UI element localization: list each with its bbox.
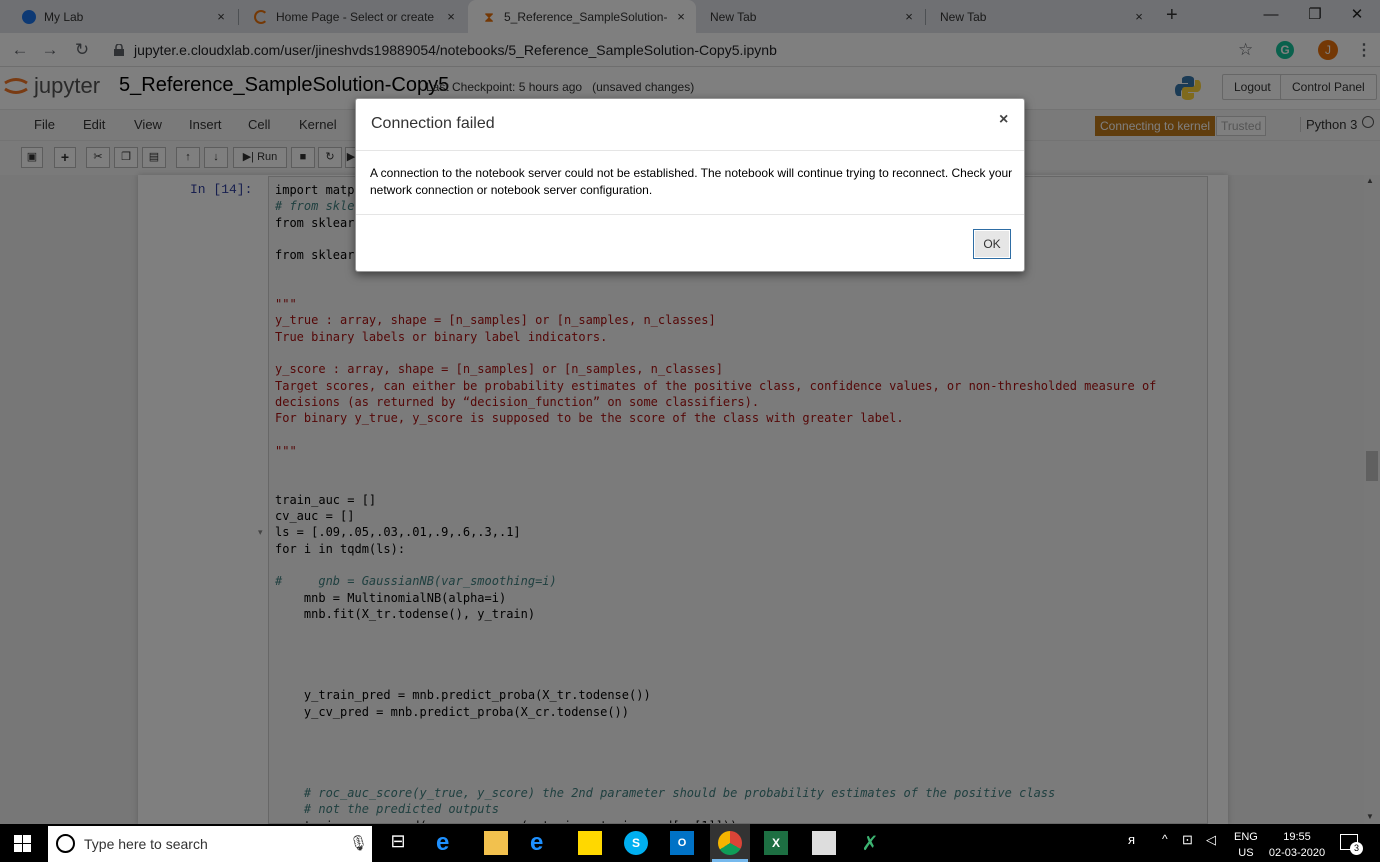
- chart-app-icon[interactable]: [812, 831, 836, 855]
- outlook-icon[interactable]: O: [670, 831, 694, 855]
- system-clock[interactable]: 19:55 02-03-2020: [1266, 829, 1328, 861]
- dialog-divider: [356, 214, 1024, 215]
- dialog-divider: [356, 150, 1024, 151]
- connection-failed-dialog: Connection failed × A connection to the …: [355, 98, 1025, 272]
- dialog-close-icon[interactable]: ×: [999, 111, 1008, 129]
- volume-icon[interactable]: ◁: [1206, 832, 1216, 848]
- network-icon[interactable]: ⊡: [1182, 832, 1193, 848]
- people-icon[interactable]: ᴙ: [1128, 832, 1135, 847]
- notification-count-badge: 3: [1350, 842, 1363, 855]
- dialog-message: A connection to the notebook server coul…: [370, 166, 1013, 197]
- dialog-title: Connection failed: [371, 115, 495, 132]
- internet-explorer-icon[interactable]: e: [530, 831, 554, 855]
- microphone-icon[interactable]: 🎙: [349, 834, 368, 852]
- cortana-circle-icon: [56, 834, 75, 853]
- tool-app-icon[interactable]: ✗: [858, 831, 882, 855]
- show-hidden-icons-chevron-icon[interactable]: ^: [1162, 832, 1168, 846]
- skype-icon[interactable]: S: [624, 831, 648, 855]
- search-placeholder: Type here to search: [84, 836, 208, 852]
- clock-date: 02-03-2020: [1268, 847, 1326, 859]
- clock-time: 19:55: [1283, 831, 1311, 843]
- input-language-indicator[interactable]: ENG US: [1234, 829, 1258, 861]
- windows-start-icon[interactable]: [14, 835, 31, 852]
- ok-button[interactable]: OK: [973, 229, 1011, 259]
- edge-icon[interactable]: e: [436, 831, 460, 855]
- sticky-notes-icon[interactable]: [578, 831, 602, 855]
- excel-icon[interactable]: X: [764, 831, 788, 855]
- lang-code: ENG: [1234, 831, 1258, 843]
- chrome-icon[interactable]: [718, 831, 742, 855]
- file-explorer-icon[interactable]: [484, 831, 508, 855]
- task-view-icon[interactable]: ⊟: [386, 831, 410, 855]
- region-code: US: [1238, 847, 1254, 859]
